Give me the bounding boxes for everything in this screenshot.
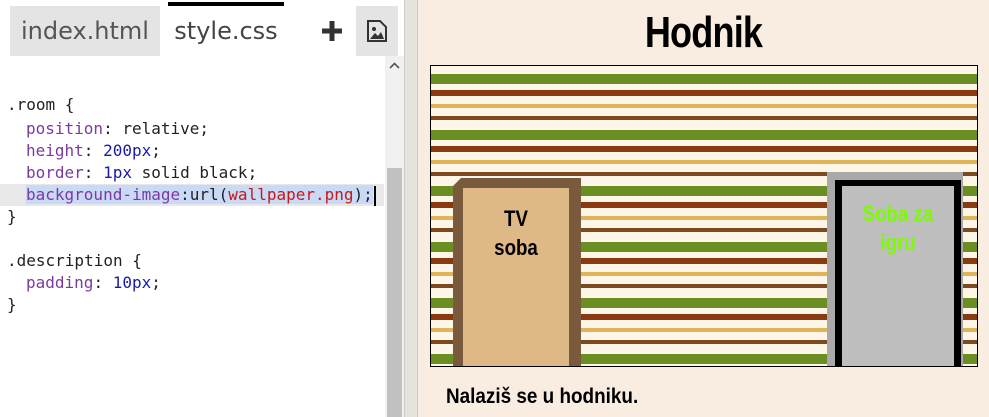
tab-style-css[interactable]: style.css (168, 2, 284, 56)
code-line: padding: 10px; (26, 273, 161, 292)
chevron-up-icon (389, 61, 400, 69)
code-line: position: relative; (26, 119, 210, 138)
tab-index-html[interactable]: index.html (10, 6, 160, 56)
code-line: border: 1px solid black; (26, 163, 258, 182)
pane-splitter[interactable] (404, 0, 418, 417)
page-title: Hodnik (644, 8, 763, 57)
door-tv-room[interactable]: TV soba (453, 178, 581, 366)
image-icon (367, 20, 387, 42)
code-line-selected: background-image:url(wallpaper.png); (7, 184, 376, 206)
scroll-up-arrow[interactable] (385, 56, 404, 74)
file-tab-bar: index.html style.css (0, 0, 404, 56)
add-image-button[interactable] (356, 6, 398, 56)
door-game-label: Soba za igru (862, 201, 934, 255)
text-cursor (373, 185, 376, 206)
code-line: .room { (7, 95, 75, 114)
add-file-button[interactable] (314, 8, 350, 54)
preview-pane: Hodnik TV soba Soba za igru Nalaziš se u h… (418, 0, 989, 417)
room-wallpaper: TV soba Soba za igru (430, 65, 978, 367)
vertical-scrollbar[interactable] (385, 56, 404, 417)
room-description: Nalaziš se u hodniku. (446, 385, 639, 408)
code-line: } (7, 295, 17, 314)
plus-icon (322, 21, 342, 41)
code-editor: index.html style.css .room { position: r… (0, 0, 404, 417)
code-line: height: 200px; (26, 141, 161, 160)
code-line: } (7, 207, 17, 226)
code-line: .description { (7, 251, 142, 270)
code-area[interactable]: .room { position: relative; height: 200p… (0, 58, 384, 417)
door-tv-label: TV soba (494, 206, 538, 260)
door-game-room[interactable]: Soba za igru (827, 172, 963, 366)
scrollbar-thumb[interactable] (387, 168, 402, 417)
